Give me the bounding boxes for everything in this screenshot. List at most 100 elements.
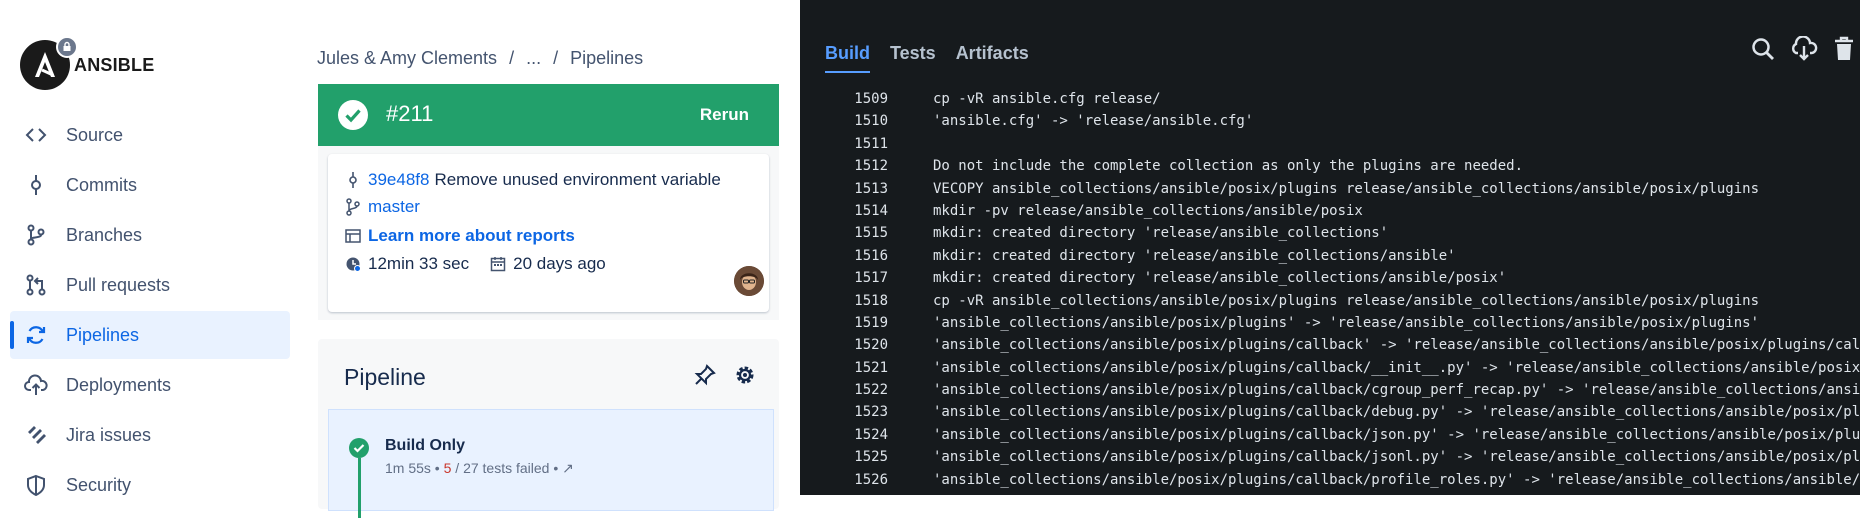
log-line: 1515 mkdir: created directory 'release/an… [800, 222, 1860, 244]
success-check-icon [338, 100, 368, 130]
ansible-logo[interactable]: ANSIBLE [20, 36, 154, 90]
jira-icon [24, 423, 48, 447]
log-line: 1509 cp -vR ansible.cfg release/ [800, 88, 1860, 110]
log-line-text: cp -vR ansible.cfg release/ [933, 91, 1161, 107]
branch-link[interactable]: master [368, 197, 420, 217]
log-line-text: mkdir: created directory 'release/ansibl… [933, 247, 1456, 264]
log-line: 1516 mkdir: created directory 'release/an… [800, 245, 1860, 267]
log-line-number: 1519 [854, 314, 888, 331]
report-icon [344, 227, 362, 245]
breadcrumb-ellipsis[interactable]: ... [526, 48, 541, 68]
gear-icon[interactable] [733, 363, 757, 392]
log-line: 1511 [800, 133, 1860, 155]
calendar-icon [489, 255, 507, 273]
pipeline-steps-card: Pipeline Build Only 1m 55s • 5 / 27 test… [318, 339, 779, 518]
log-line: 1513 VECOPY ansible_collections/ansible/p… [800, 178, 1860, 200]
sidebar-item-deployments[interactable]: Deployments [10, 361, 290, 409]
log-line-number: 1521 [854, 359, 888, 376]
commit-row: 39e48f8 Remove unused environment variab… [344, 170, 721, 190]
log-line: 1518 cp -vR ansible_collections/ansible/p… [800, 290, 1860, 312]
log-line-number: 1524 [854, 426, 888, 443]
log-line-number: 1525 [854, 449, 888, 466]
log-line-text: 'ansible.cfg' -> 'release/ansible.cfg' [933, 113, 1254, 130]
lock-icon [56, 36, 78, 58]
sidebar-item-jira-issues[interactable]: Jira issues [10, 411, 290, 459]
external-link-icon[interactable]: ↗ [562, 460, 574, 476]
log-line-text: mkdir: created directory 'release/ansibl… [933, 270, 1507, 287]
pipeline-detail-panel: Jules & Amy Clements /... / Pipelines #211 … [296, 0, 800, 518]
pull-request-icon [24, 273, 48, 297]
avatar[interactable] [734, 266, 764, 296]
trash-icon[interactable] [1832, 36, 1856, 67]
step-connector [358, 458, 361, 518]
log-line-text: mkdir -pv release/ansible_collections/an… [933, 202, 1363, 219]
build-log-panel: Build Tests Artifacts 1509 cp -vR ansible… [800, 0, 1860, 495]
commit-hash-link[interactable]: 39e48f8 [368, 170, 429, 190]
log-line-number: 1526 [854, 471, 888, 488]
sidebar-item-label: Source [66, 124, 124, 145]
log-line-number: 1517 [854, 270, 888, 287]
branch-icon [344, 198, 362, 216]
log-line-number: 1515 [854, 225, 888, 242]
sidebar: ANSIBLE Source Commits Branches Pull req… [0, 0, 297, 496]
sidebar-item-label: Deployments [66, 374, 172, 395]
log-line-text: 'ansible_collections/ansible/posix/plugi… [933, 337, 1860, 354]
commit-icon [24, 173, 48, 197]
breadcrumb-current[interactable]: Pipelines [570, 48, 643, 68]
log-line-number: 1514 [854, 202, 888, 219]
step-meta: 1m 55s • 5 / 27 tests failed • ↗ [385, 460, 574, 476]
pipeline-actions [693, 363, 757, 392]
breadcrumb-owner[interactable]: Jules & Amy Clements [317, 48, 497, 68]
tab-artifacts[interactable]: Artifacts [956, 43, 1029, 71]
log-line-number: 1516 [854, 247, 888, 264]
log-line-number: 1522 [854, 382, 888, 399]
log-line-text: 'ansible_collections/ansible/posix/plugi… [933, 471, 1860, 488]
sidebar-item-pull-requests[interactable]: Pull requests [10, 261, 290, 309]
log-line: 1525 'ansible_collections/ansible/posix/p… [800, 446, 1860, 468]
pipeline-step[interactable]: Build Only 1m 55s • 5 / 27 tests failed … [328, 409, 774, 518]
branch-icon [24, 223, 48, 247]
shield-icon [24, 473, 48, 497]
sidebar-item-label: Security [66, 474, 132, 495]
step-failed-count: 5 [443, 460, 452, 476]
log-line-text: 'ansible_collections/ansible/posix/plugi… [933, 382, 1860, 399]
breadcrumb: Jules & Amy Clements /... / Pipelines [317, 48, 644, 68]
sidebar-item-commits[interactable]: Commits [10, 161, 290, 209]
pipelines-icon [24, 323, 48, 347]
reports-row: Learn more about reports [344, 226, 575, 246]
ansible-logo-icon [20, 36, 78, 90]
log-line-number: 1511 [854, 135, 888, 152]
sidebar-item-label: Branches [66, 224, 143, 245]
step-duration: 1m 55s [385, 460, 431, 476]
log-line-text: VECOPY ansible_collections/ansible/posix… [933, 180, 1760, 197]
tab-build[interactable]: Build [825, 43, 870, 73]
sidebar-item-branches[interactable]: Branches [10, 211, 290, 259]
learn-more-reports-link[interactable]: Learn more about reports [368, 226, 575, 246]
sidebar-item-label: Pipelines [66, 324, 140, 345]
log-line-number: 1513 [854, 180, 888, 197]
log-output: 1509 cp -vR ansible.cfg release/1510 'ansi… [800, 88, 1860, 491]
pipeline-number: #211 [386, 101, 434, 126]
search-icon[interactable] [1750, 36, 1776, 67]
sidebar-item-source[interactable]: Source [10, 111, 290, 159]
commit-message: Remove unused environment variable [434, 170, 721, 189]
download-icon[interactable] [1790, 35, 1818, 67]
sidebar-item-security[interactable]: Security [10, 461, 290, 509]
branch-row: master [344, 197, 420, 217]
log-line-number: 1520 [854, 337, 888, 354]
log-tabs: Build Tests Artifacts [825, 43, 1029, 73]
pipeline-duration: 12min 33 sec [368, 254, 470, 273]
step-total-tests: / 27 tests failed [455, 460, 550, 476]
pipeline-info-card: 39e48f8 Remove unused environment variab… [318, 146, 779, 320]
tab-tests[interactable]: Tests [890, 43, 936, 71]
log-line-text: 'ansible_collections/ansible/posix/plugi… [933, 359, 1860, 376]
pin-icon[interactable] [693, 363, 717, 392]
log-line-number: 1510 [854, 113, 888, 130]
step-name: Build Only [385, 437, 465, 454]
pipeline-age: 20 days ago [513, 254, 606, 273]
sidebar-item-pipelines[interactable]: Pipelines [10, 311, 290, 359]
log-line-text: 'ansible_collections/ansible/posix/plugi… [933, 449, 1860, 466]
log-line-text: Do not include the complete collection a… [933, 158, 1524, 175]
log-line-text: 'ansible_collections/ansible/posix/plugi… [933, 404, 1860, 421]
rerun-button[interactable]: Rerun [700, 105, 749, 125]
